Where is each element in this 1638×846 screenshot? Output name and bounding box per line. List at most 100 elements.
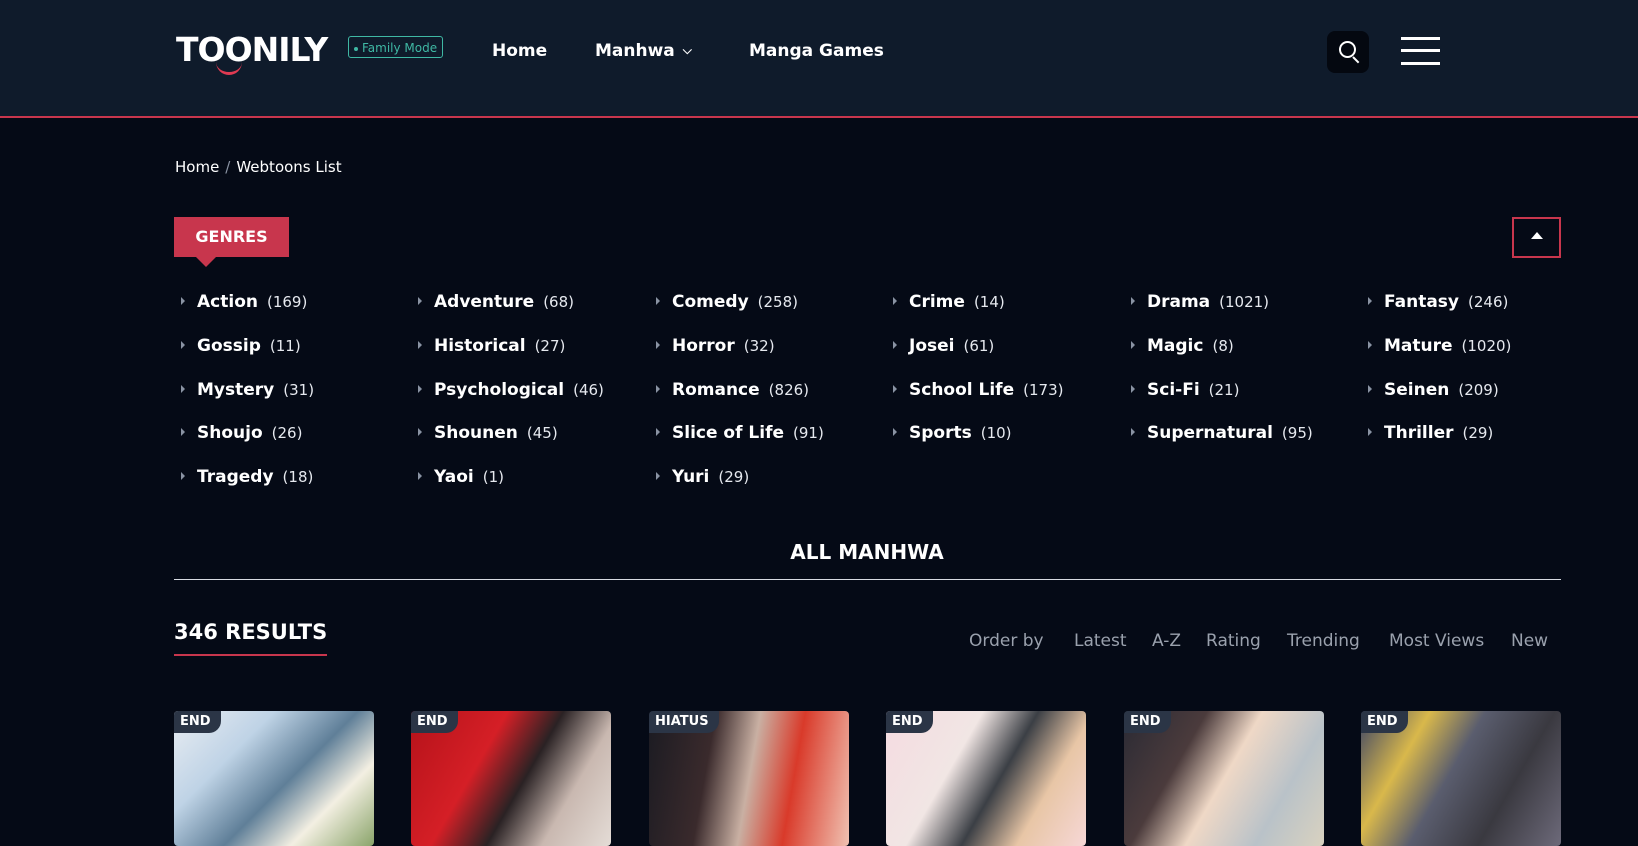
genre-item[interactable]: Historical (27)	[418, 336, 565, 356]
genre-item[interactable]: Tragedy (18)	[181, 467, 313, 487]
genre-item[interactable]: Horror (32)	[656, 336, 775, 356]
order-new[interactable]: New	[1511, 631, 1548, 651]
caret-right-icon	[893, 428, 897, 436]
genre-item[interactable]: Thriller (29)	[1368, 423, 1493, 443]
genre-name: Josei	[909, 336, 955, 356]
genre-item[interactable]: Yuri (29)	[656, 467, 749, 487]
nav-home[interactable]: Home	[492, 41, 547, 61]
status-badge: HIATUS	[649, 711, 719, 733]
genre-count: (173)	[1023, 381, 1064, 399]
genre-name: Shounen	[434, 423, 518, 443]
caret-right-icon	[893, 341, 897, 349]
genre-item[interactable]: Yaoi (1)	[418, 467, 504, 487]
genre-item[interactable]: Josei (61)	[893, 336, 994, 356]
genre-item[interactable]: Drama (1021)	[1131, 292, 1269, 312]
status-badge: END	[886, 711, 933, 733]
genre-name: Magic	[1147, 336, 1204, 356]
breadcrumb-home[interactable]: Home	[175, 158, 219, 176]
caret-right-icon	[181, 472, 185, 480]
genre-count: (46)	[573, 381, 604, 399]
caret-right-icon	[181, 385, 185, 393]
genre-count: (26)	[271, 424, 303, 442]
genre-count: (32)	[743, 337, 775, 355]
genre-count: (21)	[1208, 381, 1240, 399]
genre-item[interactable]: Mature (1020)	[1368, 336, 1511, 356]
genre-item[interactable]: Romance (826)	[656, 380, 809, 400]
nav-manhwa[interactable]: Manhwa ⌵	[595, 41, 692, 61]
manhwa-card[interactable]: END	[886, 711, 1086, 846]
caret-right-icon	[181, 341, 185, 349]
genre-name: Tragedy	[197, 467, 274, 487]
manhwa-card[interactable]: END	[1361, 711, 1561, 846]
menu-bar-icon	[1401, 62, 1440, 65]
genre-count: (1020)	[1461, 337, 1512, 355]
caret-right-icon	[656, 341, 660, 349]
manhwa-card[interactable]: END	[1124, 711, 1324, 846]
genre-count: (27)	[534, 337, 566, 355]
caret-right-icon	[1131, 297, 1135, 305]
hamburger-menu-button[interactable]	[1401, 37, 1440, 65]
order-a-z[interactable]: A-Z	[1152, 631, 1181, 651]
breadcrumb: Home / Webtoons List	[175, 158, 342, 176]
manhwa-card[interactable]: END	[174, 711, 374, 846]
nav-manga-games[interactable]: Manga Games	[749, 41, 884, 61]
breadcrumb-current: Webtoons List	[236, 158, 342, 176]
genre-name: Sci-Fi	[1147, 380, 1200, 400]
genre-item[interactable]: Comedy (258)	[656, 292, 798, 312]
genre-count: (68)	[543, 293, 574, 311]
genre-count: (29)	[1462, 424, 1494, 442]
search-icon-handle	[1352, 56, 1360, 64]
site-logo[interactable]: TOONILY	[176, 30, 328, 69]
search-button[interactable]	[1327, 31, 1369, 73]
genre-item[interactable]: School Life (173)	[893, 380, 1063, 400]
genre-item[interactable]: Magic (8)	[1131, 336, 1234, 356]
collapse-genres-button[interactable]	[1512, 217, 1561, 258]
caret-right-icon	[418, 297, 422, 305]
genre-name: Supernatural	[1147, 423, 1273, 443]
order-latest[interactable]: Latest	[1074, 631, 1127, 651]
genre-count: (31)	[283, 381, 315, 399]
genre-item[interactable]: Sports (10)	[893, 423, 1012, 443]
genre-count: (1021)	[1219, 293, 1270, 311]
genre-item[interactable]: Sci-Fi (21)	[1131, 380, 1239, 400]
status-badge: END	[1124, 711, 1171, 733]
genre-item[interactable]: Gossip (11)	[181, 336, 301, 356]
genre-count: (14)	[973, 293, 1005, 311]
genre-item[interactable]: Crime (14)	[893, 292, 1005, 312]
genre-item[interactable]: Slice of Life (91)	[656, 423, 824, 443]
caret-right-icon	[893, 385, 897, 393]
genre-item[interactable]: Action (169)	[181, 292, 307, 312]
caret-right-icon	[1131, 341, 1135, 349]
genre-item[interactable]: Shoujo (26)	[181, 423, 302, 443]
genre-name: Mature	[1384, 336, 1453, 356]
genre-count: (11)	[269, 337, 301, 355]
genre-item[interactable]: Psychological (46)	[418, 380, 604, 400]
caret-right-icon	[1131, 428, 1135, 436]
genre-name: Fantasy	[1384, 292, 1459, 312]
genre-item[interactable]: Supernatural (95)	[1131, 423, 1313, 443]
genre-count: (826)	[768, 381, 810, 399]
status-badge: END	[411, 711, 458, 733]
genre-name: School Life	[909, 380, 1015, 400]
order-most-views[interactable]: Most Views	[1389, 631, 1484, 651]
genre-name: Gossip	[197, 336, 261, 356]
breadcrumb-separator: /	[225, 158, 231, 176]
chevron-down-icon: ⌵	[682, 43, 692, 57]
order-by-label: Order by	[969, 631, 1044, 651]
genre-name: Action	[197, 292, 258, 312]
caret-right-icon	[893, 297, 897, 305]
order-trending[interactable]: Trending	[1287, 631, 1360, 651]
manhwa-card[interactable]: HIATUS	[649, 711, 849, 846]
genre-name: Romance	[672, 380, 760, 400]
genre-item[interactable]: Seinen (209)	[1368, 380, 1499, 400]
family-mode-badge[interactable]: Family Mode	[348, 36, 444, 58]
genre-name: Psychological	[434, 380, 565, 400]
genre-name: Drama	[1147, 292, 1211, 312]
order-rating[interactable]: Rating	[1206, 631, 1261, 651]
genre-item[interactable]: Shounen (45)	[418, 423, 558, 443]
genre-item[interactable]: Fantasy (246)	[1368, 292, 1508, 312]
manhwa-card[interactable]: END	[411, 711, 611, 846]
genre-item[interactable]: Adventure (68)	[418, 292, 574, 312]
genre-item[interactable]: Mystery (31)	[181, 380, 314, 400]
caret-right-icon	[1368, 385, 1372, 393]
